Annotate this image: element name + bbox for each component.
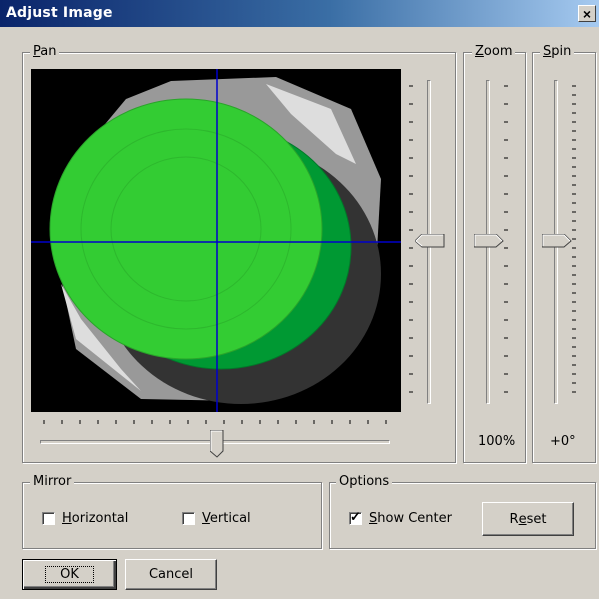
ok-button[interactable]: OK: [22, 559, 117, 590]
mirror-vertical-checkbox[interactable]: [182, 512, 195, 525]
zoom-group: [463, 52, 526, 463]
pan-horizontal-thumb[interactable]: [210, 430, 224, 458]
show-center-checkbox[interactable]: ✓: [349, 509, 362, 525]
spin-group: [532, 52, 596, 463]
mirror-vertical-label[interactable]: Vertical: [202, 511, 251, 526]
zoom-value: 100%: [478, 434, 516, 449]
zoom-group-label: Zoom: [472, 45, 516, 59]
show-center-label[interactable]: Show Center: [369, 511, 452, 526]
mirror-horizontal-label[interactable]: Horizontal: [62, 511, 128, 526]
pan-vertical-thumb[interactable]: [415, 234, 445, 248]
spin-group-label: Spin: [540, 45, 575, 59]
spin-ticks: [572, 85, 576, 393]
close-icon: ×: [582, 5, 592, 22]
cancel-button[interactable]: Cancel: [125, 559, 217, 590]
pan-group-label: Pan: [30, 45, 60, 59]
spin-value: +0°: [550, 434, 576, 449]
checkmark-icon: ✓: [350, 509, 361, 524]
pan-preview[interactable]: [31, 69, 401, 412]
reset-button[interactable]: Re set: [482, 502, 574, 536]
adjust-image-dialog: Adjust Image × Pan Zoom 100% Spin +0° Mi…: [0, 0, 599, 599]
pan-horizontal-ticks: [43, 420, 387, 424]
title-bar[interactable]: Adjust Image ×: [0, 0, 599, 27]
zoom-thumb[interactable]: [474, 234, 504, 248]
mirror-horizontal-checkbox[interactable]: [42, 512, 55, 525]
close-button[interactable]: ×: [578, 5, 596, 22]
zoom-ticks: [504, 85, 508, 393]
window-title: Adjust Image: [6, 5, 113, 21]
cancel-button-label: Cancel: [148, 567, 194, 582]
spin-thumb[interactable]: [542, 234, 572, 248]
ok-button-label: OK: [45, 566, 94, 583]
preview-image: [31, 69, 401, 412]
mirror-group-label: Mirror: [30, 475, 75, 489]
preview-front-circle: [49, 98, 323, 360]
options-group-label: Options: [336, 475, 393, 489]
